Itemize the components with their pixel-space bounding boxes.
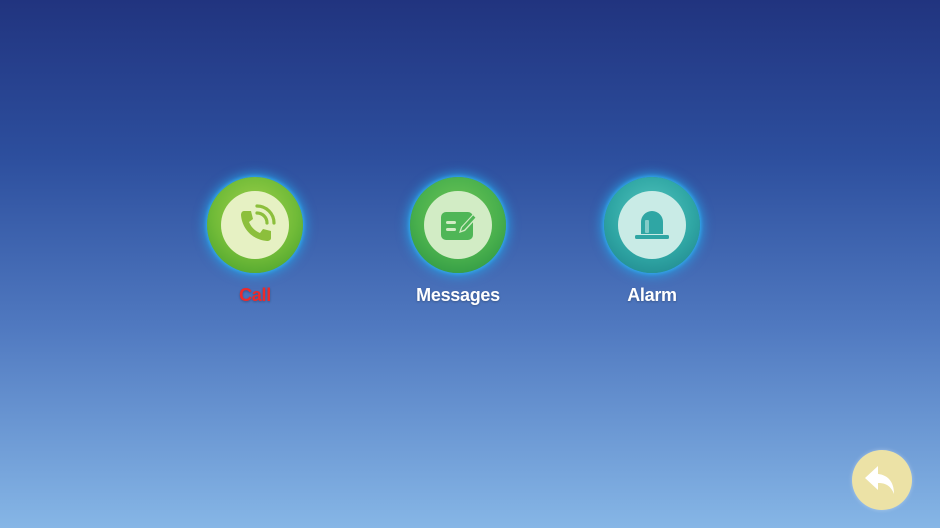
messages-icon-disc bbox=[424, 191, 492, 259]
call-icon-disc bbox=[221, 191, 289, 259]
messages-label: Messages bbox=[416, 285, 500, 305]
back-arrow-icon bbox=[865, 466, 894, 494]
alarm-icon-disc bbox=[618, 191, 686, 259]
alarm-label: Alarm bbox=[627, 285, 677, 305]
alarm-siren-icon bbox=[635, 211, 669, 239]
back-button[interactable] bbox=[852, 450, 912, 510]
main-screen: Call Messages Alarm bbox=[0, 0, 940, 528]
phone-icon bbox=[241, 204, 276, 241]
message-edit-icon bbox=[441, 212, 477, 240]
alarm-menu-item[interactable]: Alarm bbox=[592, 177, 712, 317]
call-menu-item[interactable]: Call bbox=[195, 177, 315, 317]
messages-button[interactable] bbox=[410, 177, 506, 273]
call-button[interactable] bbox=[207, 177, 303, 273]
alarm-button[interactable] bbox=[604, 177, 700, 273]
call-label: Call bbox=[239, 285, 271, 305]
messages-menu-item[interactable]: Messages bbox=[398, 177, 518, 317]
